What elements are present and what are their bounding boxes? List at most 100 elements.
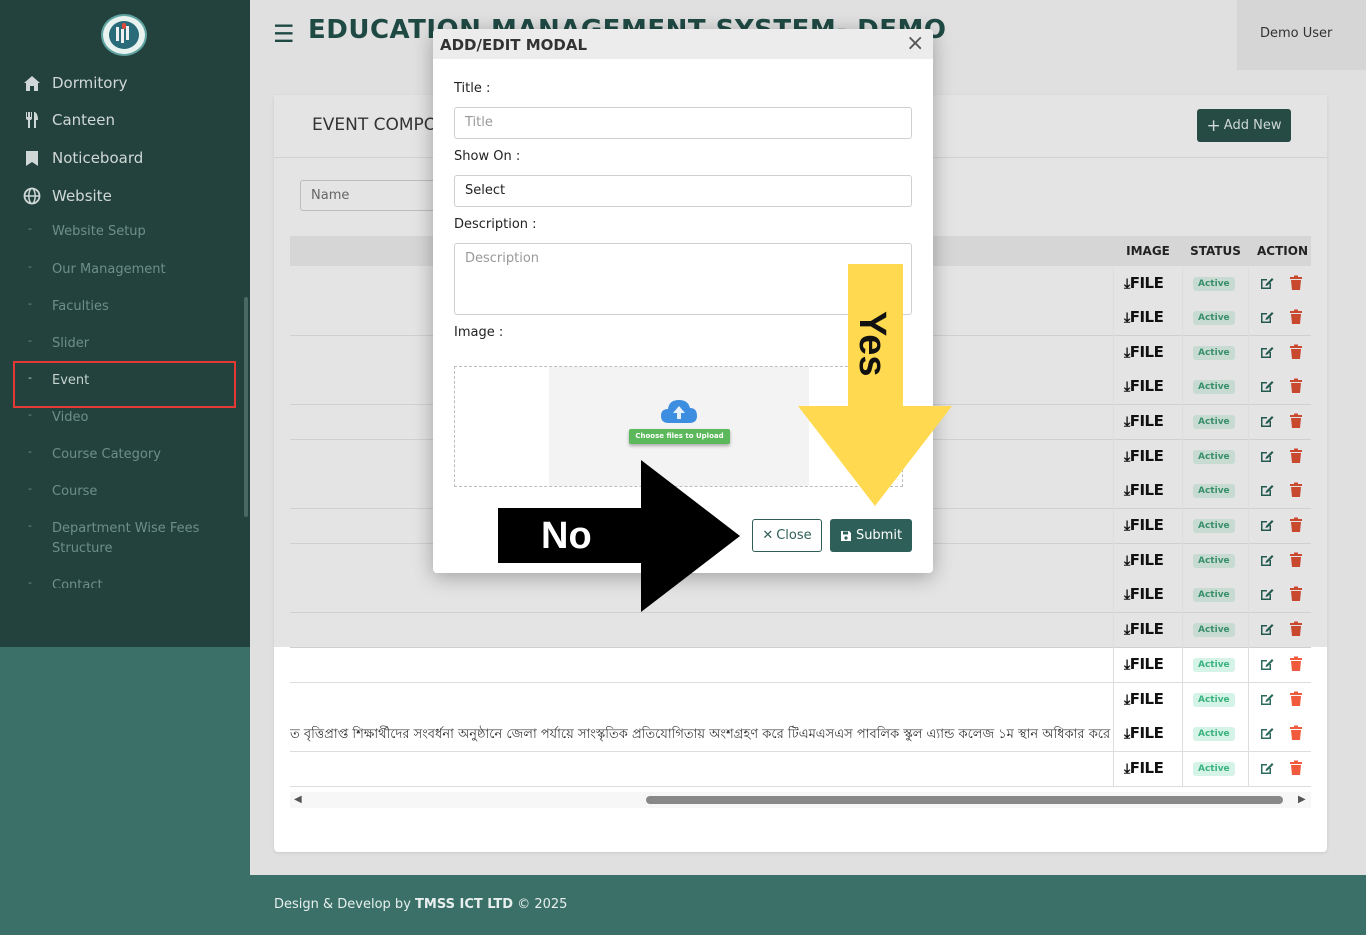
title-input[interactable]: Title — [454, 107, 912, 139]
event-description-cell: ত বৃত্তিপ্রাপ্ত শিক্ষার্থীদের সংবর্ধনা অ… — [290, 727, 1112, 742]
edit-icon[interactable] — [1259, 552, 1275, 568]
footer-company: TMSS ICT LTD — [415, 897, 514, 912]
yes-annotation-label: Yes — [802, 311, 893, 391]
cell-divider — [1113, 648, 1114, 683]
file-label: FILE — [1129, 655, 1164, 673]
trash-icon[interactable] — [1289, 344, 1303, 360]
table-row: ⤓FILE Active — [290, 683, 1311, 718]
sidebar-item-course[interactable]: - Course — [28, 482, 222, 502]
trash-icon[interactable] — [1289, 760, 1303, 776]
show-on-select[interactable]: Select — [454, 175, 912, 207]
trash-icon[interactable] — [1289, 275, 1303, 291]
edit-icon[interactable] — [1259, 378, 1275, 394]
file-download-link[interactable]: ⤓FILE — [1124, 447, 1164, 465]
sidebar-item-slider[interactable]: - Slider — [28, 334, 222, 354]
trash-icon[interactable] — [1289, 448, 1303, 464]
sidebar-item-label: Noticeboard — [52, 149, 144, 167]
file-download-link[interactable]: ⤓FILE — [1124, 620, 1164, 638]
scroll-left-icon[interactable]: ◀ — [294, 794, 302, 805]
edit-icon[interactable] — [1259, 691, 1275, 707]
user-name[interactable]: Demo User — [1260, 26, 1332, 41]
cell-divider — [1248, 648, 1249, 683]
trash-icon[interactable] — [1289, 586, 1303, 602]
file-download-link[interactable]: ⤓FILE — [1124, 585, 1164, 603]
file-label: FILE — [1129, 343, 1164, 361]
file-download-link[interactable]: ⤓FILE — [1124, 343, 1164, 361]
edit-icon[interactable] — [1259, 413, 1275, 429]
edit-icon[interactable] — [1259, 275, 1275, 291]
menu-icon[interactable]: ☰ — [273, 20, 295, 48]
sidebar-item-department-wise-fees[interactable]: - Department Wise Fees Structure — [28, 519, 222, 559]
edit-icon[interactable] — [1259, 309, 1275, 325]
sidebar-item-course-category[interactable]: - Course Category — [28, 445, 222, 465]
close-icon[interactable]: × — [906, 31, 924, 56]
sidebar-item-noticeboard[interactable]: Noticeboard — [22, 148, 143, 168]
bullet: - — [28, 408, 32, 421]
file-download-link[interactable]: ⤓FILE — [1124, 308, 1164, 326]
file-download-link[interactable]: ⤓FILE — [1124, 551, 1164, 569]
bullet: - — [28, 576, 32, 588]
file-download-link[interactable]: ⤓FILE — [1124, 724, 1164, 742]
scroll-right-icon[interactable]: ▶ — [1298, 794, 1306, 805]
trash-icon[interactable] — [1289, 517, 1303, 533]
column-header-action: ACTION — [1257, 244, 1308, 258]
trash-icon[interactable] — [1289, 656, 1303, 672]
trash-icon[interactable] — [1289, 413, 1303, 429]
sidebar-item-label: Website — [52, 187, 112, 205]
add-new-button[interactable]: + Add New — [1197, 109, 1291, 142]
cell-divider — [1182, 474, 1183, 509]
table-row: ⤓FILE Active — [290, 613, 1311, 648]
sidebar-item-contact[interactable]: - Contact — [28, 576, 222, 588]
edit-icon[interactable] — [1259, 448, 1275, 464]
close-button[interactable]: ✕ Close — [752, 519, 822, 552]
sidebar-item-canteen[interactable]: Canteen — [22, 110, 115, 130]
sidebar-item-video[interactable]: - Video — [28, 408, 222, 428]
file-download-link[interactable]: ⤓FILE — [1124, 274, 1164, 292]
modal-title: ADD/EDIT MODAL — [440, 36, 588, 54]
trash-icon[interactable] — [1289, 482, 1303, 498]
horizontal-scroll-thumb[interactable] — [646, 796, 1283, 804]
file-download-link[interactable]: ⤓FILE — [1124, 690, 1164, 708]
file-download-link[interactable]: ⤓FILE — [1124, 516, 1164, 534]
table-row: ⤓FILE Active — [290, 648, 1311, 683]
cell-divider — [1182, 336, 1183, 371]
trash-icon[interactable] — [1289, 691, 1303, 707]
home-icon — [22, 73, 42, 93]
edit-icon[interactable] — [1259, 725, 1275, 741]
sidebar-item-website[interactable]: Website — [22, 186, 112, 206]
submit-button[interactable]: Submit — [830, 519, 912, 552]
trash-icon[interactable] — [1289, 309, 1303, 325]
edit-icon[interactable] — [1259, 344, 1275, 360]
sidebar-item-website-setup[interactable]: - Website Setup — [28, 222, 222, 242]
file-download-link[interactable]: ⤓FILE — [1124, 759, 1164, 777]
trash-icon[interactable] — [1289, 621, 1303, 637]
cell-divider — [1113, 370, 1114, 405]
edit-icon[interactable] — [1259, 586, 1275, 602]
edit-icon[interactable] — [1259, 656, 1275, 672]
file-download-link[interactable]: ⤓FILE — [1124, 377, 1164, 395]
file-download-link[interactable]: ⤓FILE — [1124, 412, 1164, 430]
sidebar-item-faculties[interactable]: - Faculties — [28, 297, 222, 317]
cloud-upload-icon — [661, 400, 697, 423]
trash-icon[interactable] — [1289, 552, 1303, 568]
trash-icon[interactable] — [1289, 725, 1303, 741]
no-annotation-label: No — [541, 515, 592, 557]
sidebar-scrollbar[interactable] — [244, 297, 248, 517]
edit-icon[interactable] — [1259, 482, 1275, 498]
sidebar-item-dormitory[interactable]: Dormitory — [22, 73, 128, 93]
name-filter-input[interactable]: Name — [300, 180, 440, 211]
edit-icon[interactable] — [1259, 621, 1275, 637]
close-button-label: Close — [776, 528, 812, 543]
edit-icon[interactable] — [1259, 760, 1275, 776]
add-new-label: Add New — [1223, 118, 1282, 133]
cell-divider — [1113, 474, 1114, 509]
file-download-link[interactable]: ⤓FILE — [1124, 481, 1164, 499]
edit-icon[interactable] — [1259, 517, 1275, 533]
choose-files-button[interactable]: Choose files to Upload — [629, 429, 730, 444]
sidebar-item-our-management[interactable]: - Our Management — [28, 260, 222, 280]
file-download-link[interactable]: ⤓FILE — [1124, 655, 1164, 673]
file-label: FILE — [1129, 690, 1164, 708]
cell-divider — [1113, 683, 1114, 718]
trash-icon[interactable] — [1289, 378, 1303, 394]
file-label: FILE — [1129, 447, 1164, 465]
